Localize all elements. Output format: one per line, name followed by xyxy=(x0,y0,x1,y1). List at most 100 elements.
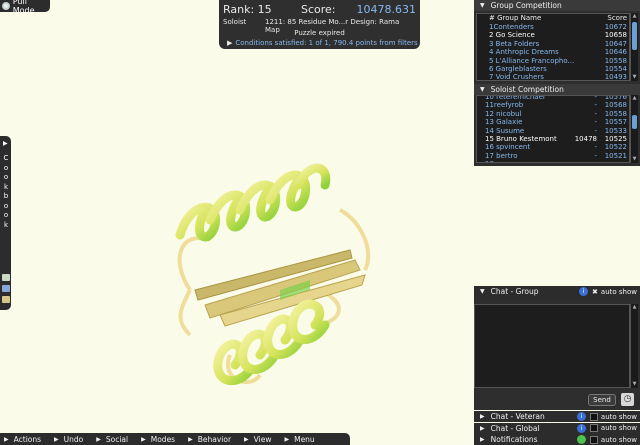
bottom-menu-bar: ▶ Actions ▶ Undo ▶ Social ▶ Modes ▶ Behavior ▶ View… xyxy=(0,433,350,445)
menu-menu-button[interactable]: ▶ Menu xyxy=(280,435,314,444)
soloist-current-score: - xyxy=(559,160,597,162)
menu-actions-button[interactable]: ▶ Actions xyxy=(0,435,41,444)
chat-scrollbar[interactable]: ▲ ▼ xyxy=(630,304,638,388)
collapse-arrow-icon: ▼ xyxy=(480,288,485,295)
auto-show-checkbox[interactable] xyxy=(589,412,598,421)
notes-icon[interactable] xyxy=(2,296,10,303)
expand-arrow-icon: ▶ xyxy=(4,435,9,443)
loop-coil xyxy=(178,289,192,337)
scroll-up-icon[interactable]: ▲ xyxy=(631,13,638,20)
chat-tab[interactable]: ▶ Chat - Global i auto show xyxy=(474,422,640,434)
group-list-scrollbar[interactable]: ▲ ▼ xyxy=(630,13,638,81)
group-name: 7 Void Crushers xyxy=(489,73,544,81)
auto-show-label[interactable]: auto show xyxy=(601,436,637,444)
group-row[interactable]: 4 Anthropic Dreams 10646 xyxy=(477,48,629,56)
score-value: 10478.631 xyxy=(356,3,417,16)
mode-label: Soloist xyxy=(223,18,247,26)
soloist-competition-header[interactable]: ▼ Soloist Competition xyxy=(474,84,640,95)
cookbook-letter: o xyxy=(3,163,9,172)
soloist-best-score: 10522 xyxy=(604,143,627,152)
soloist-competition-list: 10 reteremichael -10576 11reefyrob -10568 12… xyxy=(476,95,630,163)
expand-arrow-icon: ▶ xyxy=(96,435,101,443)
soloist-name: 13 Galaxie xyxy=(485,118,523,127)
cookbook-letter: o xyxy=(3,201,9,210)
group-row[interactable]: 7 Void Crushers 10493 xyxy=(477,73,629,81)
menu-social-button[interactable]: ▶ Social xyxy=(92,435,128,444)
soloist-name: 18 ... xyxy=(477,160,559,162)
group-row[interactable]: 3 Beta Folders 10647 xyxy=(477,40,629,48)
group-competition-title: Group Competition xyxy=(490,1,562,10)
chat-message-area[interactable] xyxy=(474,304,630,388)
auto-show-label[interactable]: auto show xyxy=(601,424,637,432)
recipe-icon[interactable] xyxy=(2,274,10,281)
auto-show-checkbox[interactable] xyxy=(589,435,598,444)
menu-modes-button[interactable]: ▶ Modes xyxy=(137,435,175,444)
group-name: 4 Anthropic Dreams xyxy=(489,48,559,57)
menu-behavior-button[interactable]: ▶ Behavior xyxy=(184,435,231,444)
group-score: 10558 xyxy=(604,56,627,65)
soloist-row[interactable]: 14 Susume -10533 xyxy=(477,127,629,135)
info-icon[interactable]: i xyxy=(576,412,586,421)
chat-tab[interactable]: ▶ Notifications auto show xyxy=(474,434,640,445)
scroll-down-icon[interactable]: ▼ xyxy=(631,156,638,163)
cookbook-letter: k xyxy=(3,220,9,229)
group-row[interactable]: 5 L'Alliance Francopho... 10558 xyxy=(477,57,629,65)
score-panel: Rank: 15 Score: 10478.631 Soloist 1211: … xyxy=(219,0,420,49)
collapse-arrow-icon: ▼ xyxy=(480,2,485,9)
auto-show-label[interactable]: auto show xyxy=(601,288,637,296)
status-dot-icon[interactable] xyxy=(576,435,586,444)
soloist-best-score: 10525 xyxy=(604,134,627,143)
scrollbar-thumb[interactable] xyxy=(632,22,637,50)
auto-show-label[interactable]: auto show xyxy=(601,413,637,421)
pull-mode-button[interactable]: Pull Mode xyxy=(0,0,50,15)
collapse-arrow-icon: ▼ xyxy=(480,86,485,93)
scroll-down-icon[interactable]: ▼ xyxy=(631,74,638,81)
soloist-row[interactable]: 18 ...- xyxy=(477,160,629,162)
soloist-row[interactable]: 11reefyrob -10568 xyxy=(477,101,629,109)
group-row[interactable]: 2 Go Science 10658 xyxy=(477,31,629,39)
soloist-list-scrollbar[interactable]: ▲ ▼ xyxy=(630,95,638,163)
close-icon[interactable]: ✖ xyxy=(592,288,598,296)
clock-icon[interactable]: ◷ xyxy=(621,393,634,406)
group-row[interactable]: 6 Gargleblasters 10554 xyxy=(477,65,629,73)
soloist-row[interactable]: 12 nicobul -10558 xyxy=(477,110,629,118)
puzzle-status: Puzzle expired xyxy=(294,29,345,37)
scroll-down-icon[interactable]: ▼ xyxy=(631,381,638,388)
folder-icon[interactable] xyxy=(2,285,10,292)
conditions-toggle[interactable]: ▶ Conditions satisfied: 1 of 1, 790.4 poi… xyxy=(227,39,418,47)
menu-label: Social xyxy=(105,434,129,444)
score-label: Score: xyxy=(301,3,336,16)
chat-tab[interactable]: ▶ Chat - Veteran i auto show xyxy=(474,411,640,422)
pull-mode-label: Pull Mode xyxy=(12,0,35,15)
soloist-row[interactable]: 15 Bruno Kestemont 10478 10525 xyxy=(477,135,629,143)
menu-label: Behavior xyxy=(197,434,232,444)
soloist-best-score: 10557 xyxy=(604,118,627,127)
info-icon[interactable]: i xyxy=(579,287,589,296)
menu-view-button[interactable]: ▶ View xyxy=(240,435,271,444)
cookbook-letter: C xyxy=(3,154,9,162)
expand-arrow-icon: ▶ xyxy=(54,435,59,443)
soloist-best-score xyxy=(597,160,629,162)
info-icon[interactable]: i xyxy=(576,423,586,433)
auto-show-checkbox[interactable] xyxy=(589,424,598,432)
soloist-row[interactable]: 16 spvincent -10522 xyxy=(477,143,629,151)
soloist-row[interactable]: 13 Galaxie -10557 xyxy=(477,118,629,126)
soloist-name: 17 bertro xyxy=(485,151,518,160)
expand-arrow-icon: ▶ xyxy=(227,39,233,47)
chat-tab-label: Chat - Veteran xyxy=(490,412,545,421)
soloist-row[interactable]: 17 bertro -10521 xyxy=(477,152,629,160)
scrollbar-thumb[interactable] xyxy=(632,115,637,129)
cookbook-panel[interactable]: ▶ Cookbook xyxy=(0,136,11,310)
group-name: 5 L'Alliance Francopho... xyxy=(489,56,575,65)
menu-undo-button[interactable]: ▶ Undo xyxy=(50,435,83,444)
conditions-label: Conditions satisfied: 1 of 1, 790.4 poin… xyxy=(235,39,418,47)
scroll-up-icon[interactable]: ▲ xyxy=(631,304,638,311)
soloist-best-score: 10558 xyxy=(604,109,627,118)
group-row[interactable]: 1Contenders 10672 xyxy=(477,23,629,31)
send-button[interactable]: Send xyxy=(588,394,616,406)
chat-group-header[interactable]: ▼ Chat - Group i ✖ auto show xyxy=(474,286,640,297)
group-competition-header[interactable]: ▼ Group Competition xyxy=(474,0,640,11)
scroll-up-icon[interactable]: ▲ xyxy=(631,95,638,102)
group-name: 6 Gargleblasters xyxy=(489,64,547,73)
protein-structure-viewport[interactable] xyxy=(150,140,390,400)
